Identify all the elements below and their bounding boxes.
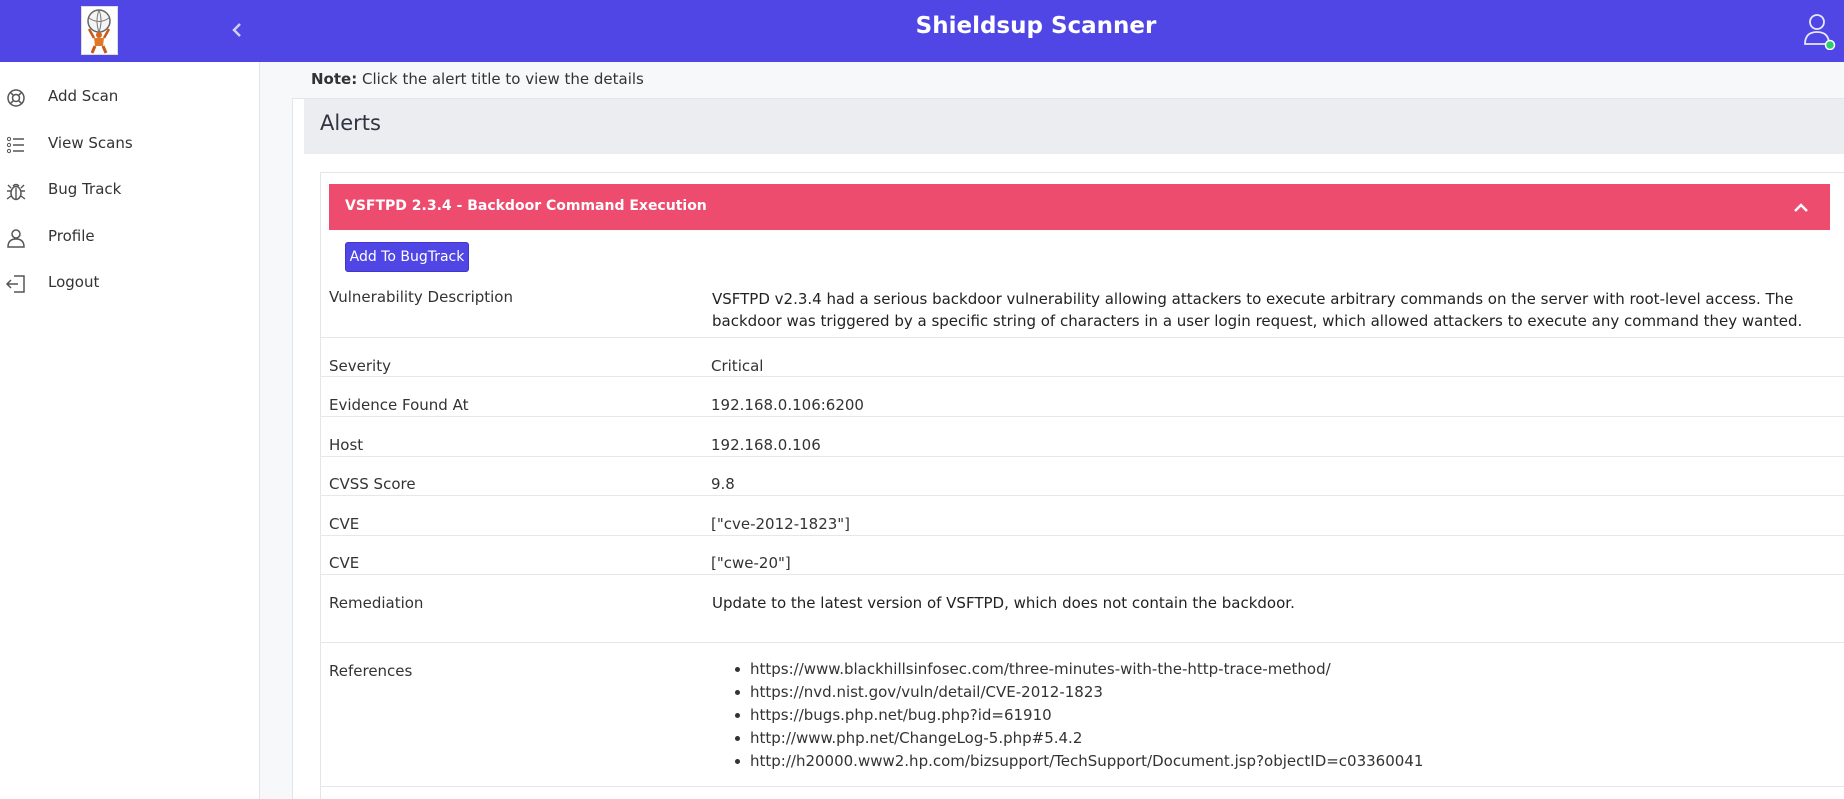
sidebar-item-view-scans[interactable]: View Scans	[0, 124, 259, 164]
chevron-up-icon[interactable]	[1792, 200, 1810, 214]
user-icon	[5, 227, 27, 249]
sidebar-item-logout[interactable]: Logout	[0, 263, 259, 303]
remediation-value: Update to the latest version of VSFTPD, …	[712, 594, 1295, 612]
add-to-bugtrack-button[interactable]: Add To BugTrack	[345, 242, 469, 272]
alert-title[interactable]: VSFTPD 2.3.4 - Backdoor Command Executio…	[345, 198, 707, 214]
logout-icon	[5, 273, 27, 295]
alert-title-bar[interactable]: VSFTPD 2.3.4 - Backdoor Command Executio…	[329, 184, 1830, 230]
reference-link[interactable]: http://www.php.net/ChangeLog-5.php#5.4.2	[750, 729, 1082, 747]
row-divider	[320, 786, 1844, 787]
cvss-value: 9.8	[711, 475, 735, 493]
alerts-title: Alerts	[320, 111, 381, 135]
evidence-value: 192.168.0.106:6200	[711, 396, 864, 414]
cwe-value: ["cwe-20"]	[711, 554, 791, 572]
sidebar-item-label: View Scans	[48, 134, 133, 152]
note-text: Note: Click the alert title to view the …	[311, 70, 644, 88]
sidebar: Add Scan View Scans Bug Track Profile Lo…	[0, 62, 260, 799]
reference-link[interactable]: https://bugs.php.net/bug.php?id=61910	[750, 706, 1052, 724]
cve-label: CVE	[329, 515, 360, 533]
remediation-label: Remediation	[329, 594, 424, 612]
row-divider	[320, 535, 1844, 536]
reference-item: https://bugs.php.net/bug.php?id=61910	[735, 706, 1423, 729]
severity-value: Critical	[711, 357, 764, 375]
row-divider	[320, 337, 1844, 338]
bug-icon	[5, 180, 27, 202]
user-icon[interactable]	[1802, 10, 1836, 51]
chevron-left-icon[interactable]	[228, 18, 246, 42]
sidebar-item-label: Bug Track	[48, 180, 122, 198]
row-divider	[320, 456, 1844, 457]
reference-item: https://www.blackhillsinfosec.com/three-…	[735, 660, 1423, 683]
row-divider	[320, 495, 1844, 496]
sidebar-item-bug-track[interactable]: Bug Track	[0, 170, 259, 210]
row-divider	[320, 642, 1844, 643]
app-title: Shieldsup Scanner	[915, 13, 1157, 39]
sidebar-item-profile[interactable]: Profile	[0, 217, 259, 257]
sidebar-item-label: Profile	[48, 227, 95, 245]
cwe-label: CVE	[329, 554, 360, 572]
reference-item: http://www.php.net/ChangeLog-5.php#5.4.2	[735, 729, 1423, 752]
reference-link[interactable]: https://nvd.nist.gov/vuln/detail/CVE-201…	[750, 683, 1103, 701]
reference-link[interactable]: http://h20000.www2.hp.com/bizsupport/Tec…	[750, 752, 1423, 770]
alerts-header: Alerts	[304, 99, 1844, 154]
row-divider	[320, 416, 1844, 417]
evidence-label: Evidence Found At	[329, 396, 469, 414]
host-label: Host	[329, 436, 364, 454]
sidebar-item-add-scan[interactable]: Add Scan	[0, 77, 259, 117]
top-navbar: Shieldsup Scanner	[0, 0, 1844, 62]
row-divider	[320, 574, 1844, 575]
row-divider	[320, 376, 1844, 377]
cvss-label: CVSS Score	[329, 475, 416, 493]
references-label: References	[329, 662, 413, 680]
atlas-logo-icon[interactable]	[81, 6, 118, 55]
severity-label: Severity	[329, 357, 391, 375]
sidebar-item-label: Logout	[48, 273, 100, 291]
description-value: VSFTPD v2.3.4 had a serious backdoor vul…	[712, 290, 1803, 330]
host-value: 192.168.0.106	[711, 436, 821, 454]
note-prefix: Note:	[311, 70, 358, 88]
description-label: Vulnerability Description	[329, 288, 513, 306]
sidebar-item-label: Add Scan	[48, 87, 119, 105]
references-list: https://www.blackhillsinfosec.com/three-…	[735, 660, 1423, 775]
note-body: Click the alert title to view the detail…	[357, 70, 644, 88]
list-icon	[5, 134, 27, 156]
reference-item: http://h20000.www2.hp.com/bizsupport/Tec…	[735, 752, 1423, 775]
reference-link[interactable]: https://www.blackhillsinfosec.com/three-…	[750, 660, 1331, 678]
reference-item: https://nvd.nist.gov/vuln/detail/CVE-201…	[735, 683, 1423, 706]
lifebuoy-icon	[5, 87, 27, 109]
cve-value: ["cve-2012-1823"]	[711, 515, 851, 533]
